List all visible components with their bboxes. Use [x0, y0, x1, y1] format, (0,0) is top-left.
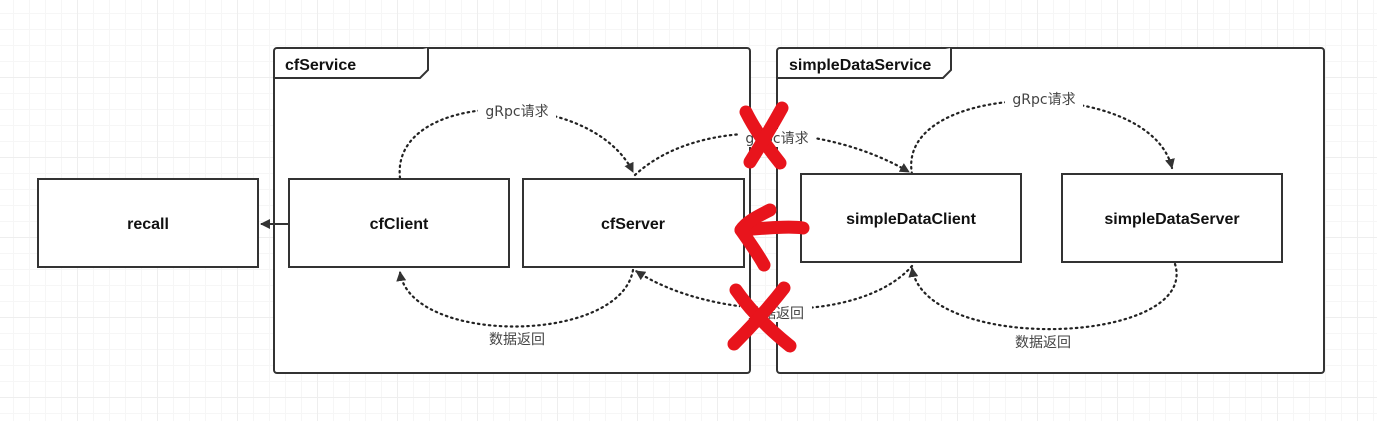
architecture-diagram: cfService simpleDataService gRpc请求 数据返回 … — [37, 47, 1325, 374]
cf-request-label: gRpc请求 — [485, 104, 548, 120]
sds-request-label: gRpc请求 — [1012, 92, 1075, 108]
cfserver-node-label: cfServer — [601, 216, 665, 233]
simpledataserver-node-label: simpleDataServer — [1104, 211, 1239, 228]
recall-node[interactable]: recall — [37, 178, 259, 268]
cf-return-label-group: 数据返回 — [482, 330, 552, 348]
cfclient-node[interactable]: cfClient — [288, 178, 510, 268]
recall-node-label: recall — [127, 216, 169, 233]
sds-request-label-group: gRpc请求 — [1005, 90, 1083, 108]
cfservice-group-label: cfService — [285, 57, 356, 74]
cf-request-label-group: gRpc请求 — [478, 102, 556, 120]
simpledataservice-group-label: simpleDataService — [789, 57, 931, 74]
sds-return-label-group: 数据返回 — [1008, 333, 1078, 351]
simpledataclient-node-label: simpleDataClient — [846, 211, 976, 228]
cfserver-node[interactable]: cfServer — [522, 178, 745, 268]
simpledataclient-node[interactable]: simpleDataClient — [800, 173, 1022, 263]
cf-return-label: 数据返回 — [489, 332, 545, 348]
sds-return-label: 数据返回 — [1015, 335, 1071, 351]
simpledataserver-node[interactable]: simpleDataServer — [1061, 173, 1283, 263]
cfclient-node-label: cfClient — [370, 216, 429, 233]
